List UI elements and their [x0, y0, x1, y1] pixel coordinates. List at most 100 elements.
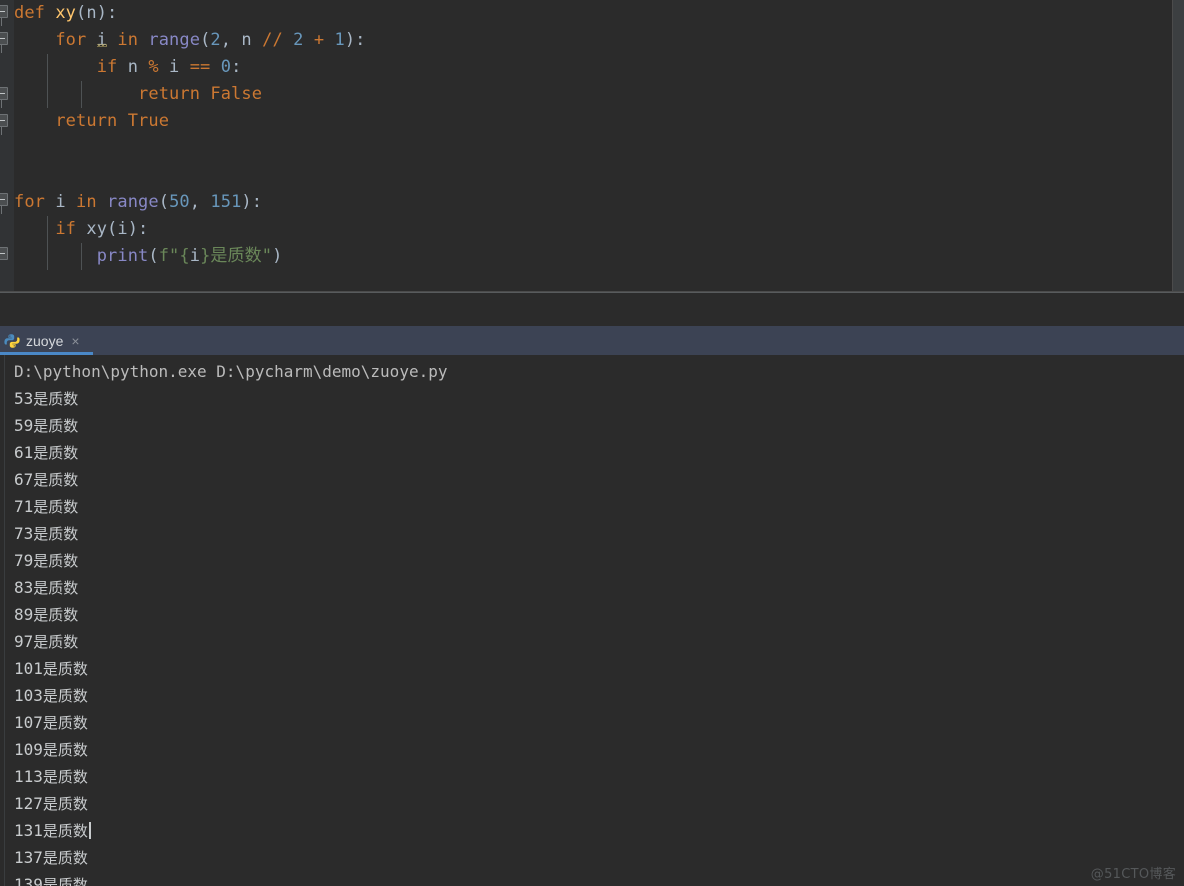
console-output-line: 71是质数 — [14, 493, 78, 520]
console-output-line: 59是质数 — [14, 412, 78, 439]
code-token: 1 — [334, 30, 344, 50]
code-token — [303, 30, 313, 50]
code-line: print(f"{i}是质数") — [14, 243, 282, 270]
code-token — [14, 111, 55, 131]
code-token: } — [200, 246, 210, 266]
output-number: 139 — [14, 875, 43, 886]
output-text: 是质数 — [43, 714, 88, 732]
code-line: if n % i == 0: — [14, 54, 241, 81]
code-token: range — [148, 30, 200, 50]
output-text: 是质数 — [43, 795, 88, 813]
console-output-line: 109是质数 — [14, 736, 88, 763]
code-token: 是质数" — [210, 246, 272, 266]
code-token: i — [55, 192, 76, 212]
code-token: { — [179, 246, 189, 266]
output-number: 79 — [14, 551, 33, 570]
editor-gutter[interactable] — [0, 0, 15, 292]
run-tab-bar: zuoye × — [0, 326, 1184, 355]
fold-marker-if-block[interactable] — [0, 87, 8, 100]
console-output-line: 73是质数 — [14, 520, 78, 547]
editor-text-area[interactable]: def xy(n): for i in range(2, n // 2 + 1)… — [14, 0, 1172, 292]
code-token — [14, 219, 55, 239]
console-output-line: 79是质数 — [14, 547, 78, 574]
code-token: == — [190, 57, 221, 77]
output-text: 是质数 — [33, 606, 78, 624]
output-number: 59 — [14, 416, 33, 435]
fold-marker-for-range[interactable] — [0, 193, 8, 206]
console-output-line: 53是质数 — [14, 385, 78, 412]
console-output-line: 97是质数 — [14, 628, 78, 655]
code-token: xy — [86, 219, 107, 239]
output-text: 是质数 — [33, 471, 78, 489]
pane-splitter[interactable] — [0, 292, 1184, 293]
code-token: 50 — [169, 192, 190, 212]
code-token: for — [55, 30, 96, 50]
code-line: if xy(i): — [14, 216, 148, 243]
python-file-icon — [4, 333, 20, 349]
code-token: if — [97, 57, 128, 77]
output-number: 109 — [14, 740, 43, 759]
code-token: xy — [55, 3, 76, 23]
text-caret — [89, 822, 91, 839]
code-editor-pane[interactable]: def xy(n): for i in range(2, n // 2 + 1)… — [0, 0, 1184, 292]
output-text: 是质数 — [43, 822, 88, 840]
code-token: , n — [221, 30, 262, 50]
indent-guide — [81, 243, 82, 270]
output-number: 67 — [14, 470, 33, 489]
code-token: ): — [345, 30, 366, 50]
code-line: return False — [14, 81, 262, 108]
code-token: 2 — [210, 30, 220, 50]
output-text: 是质数 — [43, 687, 88, 705]
output-number: 103 — [14, 686, 43, 705]
output-text: 是质数 — [33, 390, 78, 408]
code-token — [14, 84, 138, 104]
output-text: 是质数 — [33, 417, 78, 435]
output-text: 是质数 — [33, 525, 78, 543]
console-output-line: 113是质数 — [14, 763, 88, 790]
code-line: for i in range(2, n // 2 + 1): — [14, 27, 366, 54]
tab-zuoye[interactable]: zuoye × — [0, 326, 90, 355]
output-number: 131 — [14, 821, 43, 840]
output-number: 127 — [14, 794, 43, 813]
console-output-line: 139是质数 — [14, 871, 88, 886]
code-token: // — [262, 30, 293, 50]
output-text: 是质数 — [33, 444, 78, 462]
code-token: 151 — [210, 192, 241, 212]
output-number: 53 — [14, 389, 33, 408]
output-text: 是质数 — [43, 741, 88, 759]
tab-label-zuoye: zuoye — [26, 333, 63, 349]
code-line: return True — [14, 108, 169, 135]
code-token: ( — [200, 30, 210, 50]
fold-marker-for-loop[interactable] — [0, 32, 8, 45]
fold-marker-if-xy[interactable] — [0, 247, 8, 260]
code-token: 2 — [293, 30, 303, 50]
output-number: 61 — [14, 443, 33, 462]
code-token: return True — [55, 111, 169, 131]
indent-guide — [47, 54, 48, 108]
output-text: 是质数 — [43, 768, 88, 786]
code-token: ( — [76, 3, 86, 23]
output-text: 是质数 — [33, 579, 78, 597]
output-number: 73 — [14, 524, 33, 543]
code-token: return False — [138, 84, 262, 104]
code-token: 0 — [221, 57, 231, 77]
console-output-line: 101是质数 — [14, 655, 88, 682]
editor-scrollbar[interactable] — [1173, 0, 1184, 292]
fold-marker-return-true[interactable] — [0, 114, 8, 127]
console-output-pane[interactable]: D:\python\python.exe D:\pycharm\demo\zuo… — [0, 355, 1184, 886]
indent-guide — [47, 216, 48, 270]
output-number: 71 — [14, 497, 33, 516]
code-token: ) — [272, 246, 282, 266]
code-token: i — [190, 246, 200, 266]
output-number: 97 — [14, 632, 33, 651]
console-output-line: 127是质数 — [14, 790, 88, 817]
code-token: def — [14, 3, 55, 23]
code-token: i — [97, 30, 107, 50]
watermark: @51CTO博客 — [1091, 863, 1176, 882]
fold-marker-def-xy[interactable] — [0, 5, 8, 18]
close-icon[interactable]: × — [71, 334, 79, 348]
code-token: % — [148, 57, 169, 77]
code-token: + — [314, 30, 335, 50]
code-token — [14, 246, 97, 266]
console-output-line: 83是质数 — [14, 574, 78, 601]
